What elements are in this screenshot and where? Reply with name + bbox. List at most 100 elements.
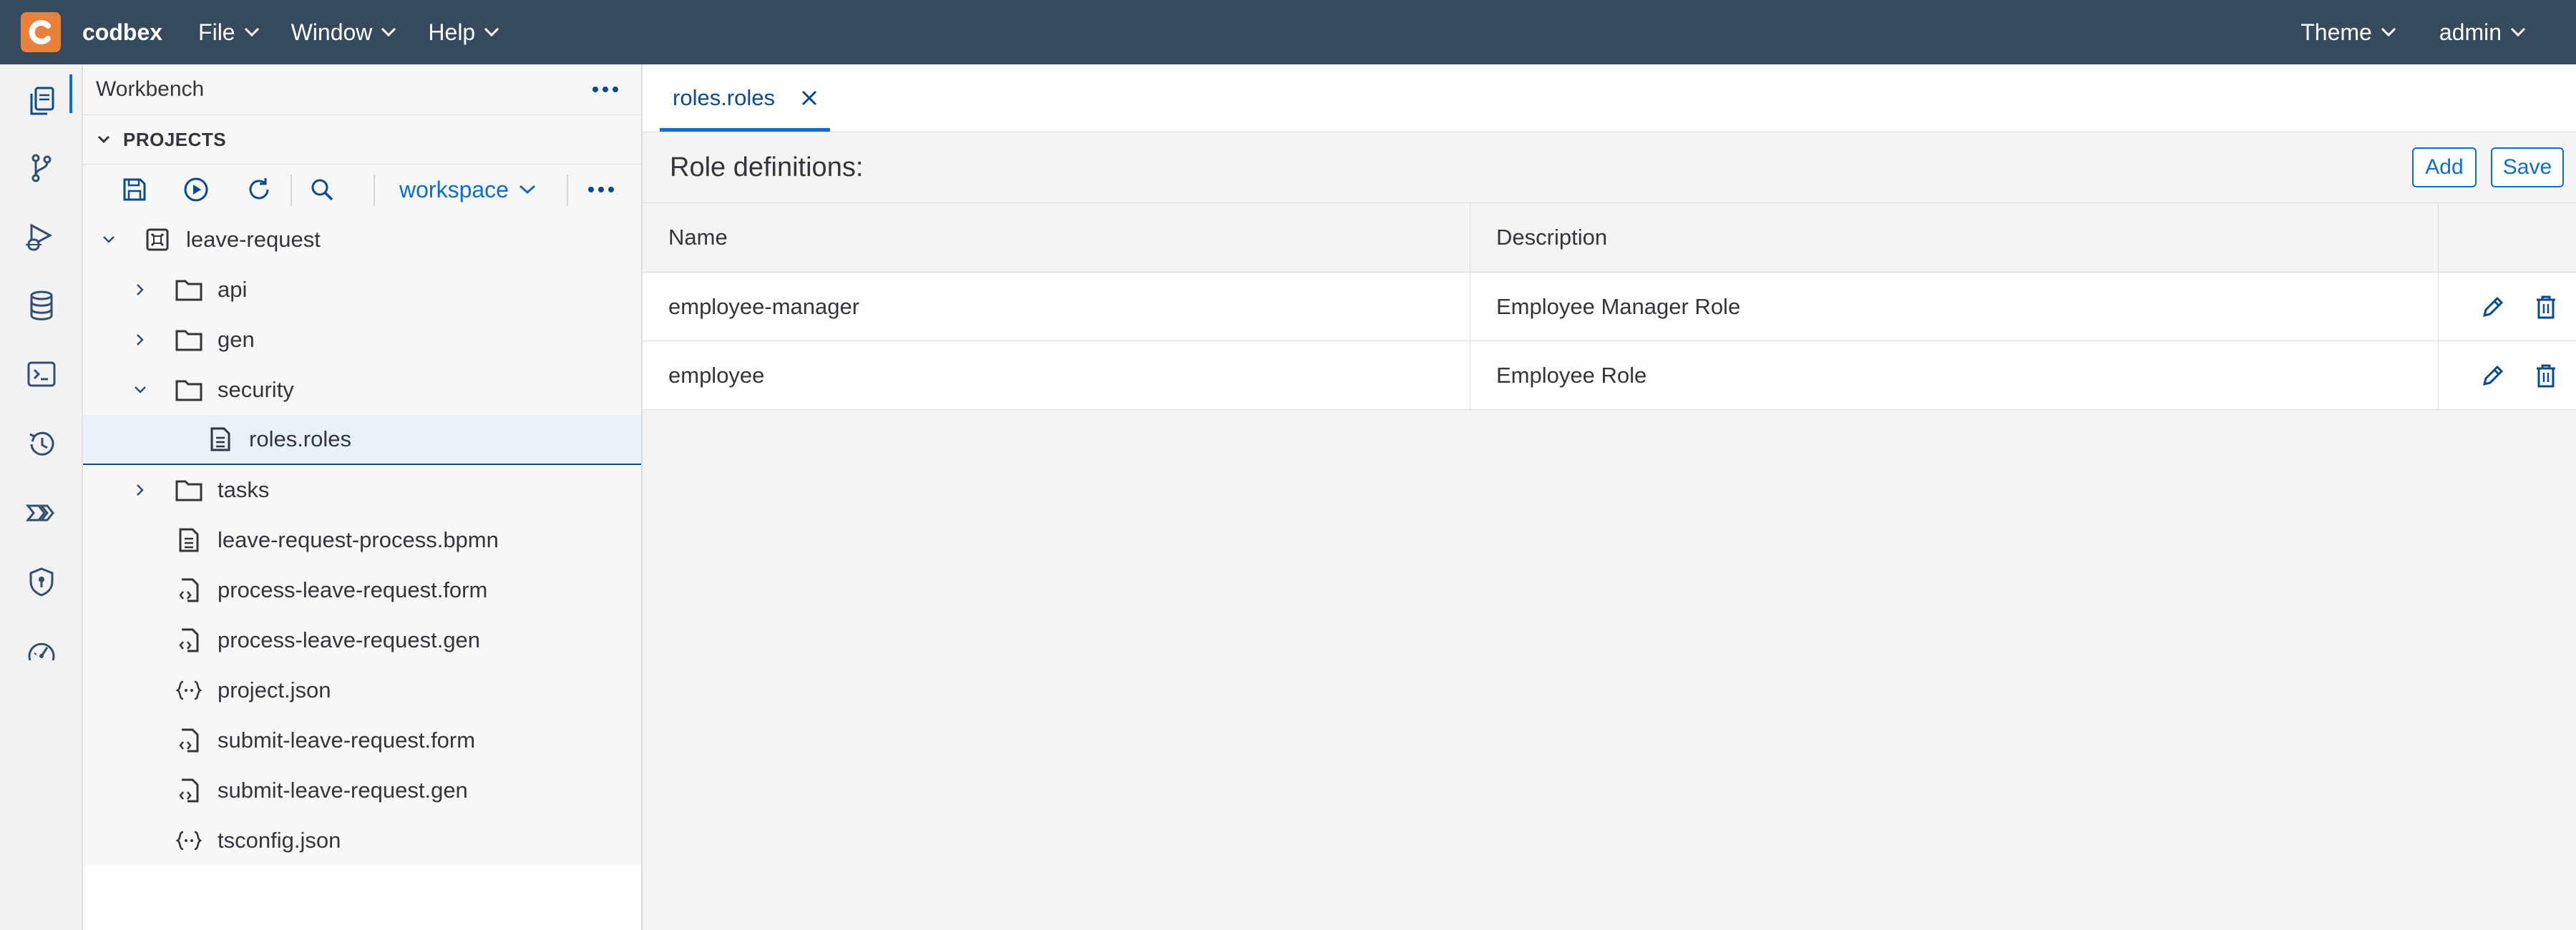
tab-roles[interactable]: roles.roles bbox=[643, 64, 830, 132]
debug-icon[interactable] bbox=[25, 220, 58, 253]
tree-item-file[interactable]: tsconfig.json bbox=[83, 816, 641, 866]
run-icon[interactable] bbox=[180, 174, 212, 205]
tree-item-label: roles.roles bbox=[249, 426, 351, 451]
database-icon[interactable] bbox=[25, 289, 58, 322]
tree-item-file-selected[interactable]: roles.roles bbox=[83, 415, 641, 465]
logo-icon bbox=[29, 20, 51, 44]
tree-item-file[interactable]: process-leave-request.form bbox=[83, 565, 641, 615]
projects-section-header[interactable]: PROJECTS bbox=[83, 115, 641, 165]
chevron-down-icon bbox=[519, 185, 535, 195]
tree-item-label: submit-leave-request.form bbox=[218, 728, 476, 753]
more-options-icon[interactable] bbox=[591, 85, 620, 94]
menu-help[interactable]: Help bbox=[428, 19, 499, 46]
menu-file[interactable]: File bbox=[198, 19, 260, 46]
code-file-icon bbox=[175, 576, 203, 604]
chevron-down-icon bbox=[97, 135, 110, 144]
folder-icon bbox=[175, 476, 203, 504]
delete-icon[interactable] bbox=[2534, 294, 2557, 320]
tab-active-indicator bbox=[660, 128, 830, 132]
terminal-icon[interactable] bbox=[25, 358, 58, 391]
workspace-select-label: workspace bbox=[399, 176, 509, 202]
tree-item-label: leave-request bbox=[186, 227, 321, 252]
delete-icon[interactable] bbox=[2534, 363, 2557, 388]
chevron-down-icon bbox=[484, 27, 499, 37]
menu-window[interactable]: Window bbox=[291, 19, 397, 46]
chevron-down-icon bbox=[381, 27, 396, 37]
project-icon bbox=[143, 225, 172, 254]
file-icon bbox=[175, 526, 203, 554]
projects-section-label: PROJECTS bbox=[123, 128, 227, 150]
tree-item-label: process-leave-request.form bbox=[218, 577, 488, 602]
table-row: employee Employee Role bbox=[643, 341, 2576, 410]
column-header-description: Description bbox=[1470, 203, 2439, 273]
chevron-right-icon[interactable] bbox=[130, 280, 150, 300]
save-icon[interactable] bbox=[119, 174, 150, 205]
roles-table: Name Description employee-manager Employ… bbox=[643, 203, 2576, 410]
security-icon[interactable] bbox=[25, 565, 58, 598]
folder-icon bbox=[175, 275, 203, 304]
git-icon[interactable] bbox=[25, 152, 58, 185]
menu-theme-label: Theme bbox=[2301, 19, 2372, 45]
row-actions bbox=[2438, 272, 2576, 341]
tree-item-label: security bbox=[218, 377, 294, 402]
chevron-right-icon[interactable] bbox=[130, 330, 150, 350]
tree-item-file[interactable]: process-leave-request.gen bbox=[83, 615, 641, 665]
role-name-cell: employee bbox=[643, 341, 1470, 410]
search-icon[interactable] bbox=[306, 174, 338, 205]
menu-window-label: Window bbox=[291, 19, 373, 45]
codbex-logo[interactable] bbox=[21, 12, 61, 52]
projects-icon[interactable] bbox=[25, 84, 58, 117]
menu-help-label: Help bbox=[428, 19, 476, 45]
active-indicator bbox=[69, 74, 72, 113]
folder-icon bbox=[175, 376, 203, 404]
close-icon[interactable] bbox=[801, 89, 818, 107]
edit-icon[interactable] bbox=[2480, 363, 2506, 388]
tree-item-folder[interactable]: tasks bbox=[83, 465, 641, 515]
tree-item-folder[interactable]: security bbox=[83, 365, 641, 415]
menu-user[interactable]: admin bbox=[2439, 19, 2526, 46]
code-file-icon bbox=[175, 626, 203, 655]
tree-item-folder[interactable]: api bbox=[83, 265, 641, 315]
file-icon bbox=[206, 425, 235, 454]
tree-item-folder[interactable]: gen bbox=[83, 315, 641, 365]
json-icon bbox=[175, 826, 203, 855]
tree-item-label: gen bbox=[218, 327, 255, 352]
toolbar-more-icon[interactable] bbox=[585, 174, 617, 205]
tree-item-label: leave-request-process.bpmn bbox=[218, 527, 499, 552]
chevron-down-icon[interactable] bbox=[130, 380, 150, 400]
tree-item-label: api bbox=[218, 277, 248, 302]
chevron-down-icon bbox=[2381, 27, 2396, 37]
project-tree: leave-request api gen security roles.rol… bbox=[83, 215, 641, 866]
json-icon bbox=[175, 676, 203, 705]
chevron-down-icon bbox=[244, 27, 259, 37]
tree-item-file[interactable]: submit-leave-request.gen bbox=[83, 765, 641, 816]
performance-icon[interactable] bbox=[25, 635, 58, 668]
tree-item-label: tasks bbox=[218, 477, 270, 502]
history-icon[interactable] bbox=[25, 428, 58, 461]
column-header-actions bbox=[2438, 203, 2576, 273]
folder-icon bbox=[175, 326, 203, 354]
chevron-right-icon[interactable] bbox=[130, 480, 150, 500]
workspace-select[interactable]: workspace bbox=[399, 174, 536, 205]
refresh-icon[interactable] bbox=[243, 174, 275, 205]
tree-item-project[interactable]: leave-request bbox=[83, 215, 641, 265]
role-description-cell: Employee Role bbox=[1470, 341, 2439, 410]
pipeline-icon[interactable] bbox=[25, 496, 58, 529]
sidebar-header: Workbench bbox=[83, 64, 641, 115]
menu-file-label: File bbox=[198, 19, 235, 45]
editor-tabs: roles.roles bbox=[643, 64, 2576, 132]
row-actions bbox=[2438, 341, 2576, 410]
tree-item-label: submit-leave-request.gen bbox=[218, 778, 468, 803]
save-button[interactable]: Save bbox=[2491, 147, 2564, 187]
chevron-down-icon[interactable] bbox=[99, 230, 119, 250]
tree-item-file[interactable]: leave-request-process.bpmn bbox=[83, 515, 641, 565]
tree-item-file[interactable]: submit-leave-request.form bbox=[83, 715, 641, 765]
column-header-name: Name bbox=[643, 203, 1470, 273]
add-button[interactable]: Add bbox=[2412, 147, 2477, 187]
tree-item-file[interactable]: project.json bbox=[83, 665, 641, 715]
edit-icon[interactable] bbox=[2480, 294, 2506, 320]
top-bar: codbex File Window Help Theme admin bbox=[0, 0, 2576, 64]
menu-theme[interactable]: Theme bbox=[2301, 19, 2396, 46]
activity-bar bbox=[0, 64, 83, 930]
tree-item-label: process-leave-request.gen bbox=[218, 627, 481, 652]
